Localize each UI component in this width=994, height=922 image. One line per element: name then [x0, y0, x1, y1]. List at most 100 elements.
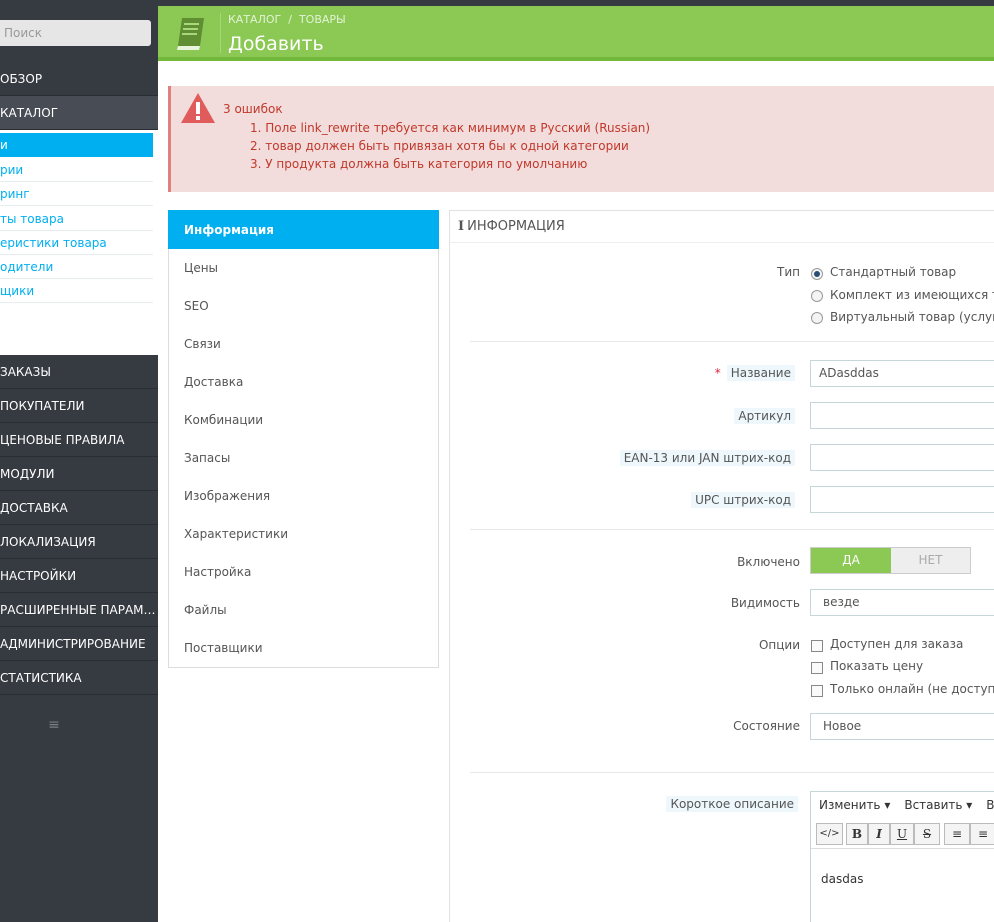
sidebar-item-localization[interactable]: Локализация — [0, 525, 158, 559]
breadcrumb-products[interactable]: ТОВАРЫ — [299, 13, 346, 26]
options-label: Опции — [758, 638, 800, 652]
tab-suppliers[interactable]: Поставщики — [168, 629, 439, 668]
type-label: Тип — [777, 265, 800, 279]
available-for-order-label[interactable]: Доступен для заказа — [830, 637, 963, 651]
editor-content[interactable]: dasdas — [821, 872, 863, 886]
sidebar-item-price-rules[interactable]: Ценовые правила — [0, 423, 158, 457]
breadcrumb-catalog[interactable]: КАТАЛОГ — [228, 13, 281, 26]
divider — [470, 529, 994, 530]
breadcrumb-separator: / — [288, 13, 292, 26]
required-mark: * — [714, 366, 721, 380]
panel-heading-text: ИНФОРМАЦИЯ — [467, 219, 565, 234]
condition-select[interactable]: Новое — [810, 713, 994, 740]
hamburger-icon[interactable]: ≡ — [46, 718, 62, 732]
page-title: Добавить — [228, 33, 324, 55]
radio-pack-label[interactable]: Комплект из имеющихся това — [830, 288, 994, 302]
tab-images[interactable]: Изображения — [168, 477, 439, 516]
submenu-item-features[interactable]: еристики товара — [0, 231, 153, 255]
enabled-no[interactable]: НЕТ — [891, 548, 970, 573]
visibility-select[interactable]: везде — [810, 589, 994, 616]
sidebar-item-overview[interactable]: Обзор — [0, 62, 158, 96]
error-alert: 3 ошибок 1. Поле link_rewrite требуется … — [168, 86, 994, 192]
short-description-label: Короткое описание — [666, 796, 798, 812]
tab-attachments[interactable]: Файлы — [168, 591, 439, 630]
tab-shipping[interactable]: Доставка — [168, 363, 439, 402]
name-input[interactable]: ADasddas — [810, 360, 994, 387]
submenu-item-manufacturers[interactable]: одители — [0, 255, 153, 279]
search-input[interactable]: Поиск — [0, 20, 151, 46]
editor-menubar: Изменить ▾ Вставить ▾ Ви — [811, 792, 994, 818]
sidebar-item-catalog[interactable]: Каталог — [0, 96, 158, 130]
radio-standard[interactable] — [811, 268, 823, 280]
italic-icon[interactable]: I — [868, 823, 890, 845]
underline-icon[interactable]: U — [890, 823, 914, 845]
align-center-icon[interactable]: ≡ — [970, 823, 994, 845]
upc-input[interactable] — [810, 486, 994, 513]
sidebar-item-administration[interactable]: Администрирование — [0, 627, 158, 661]
radio-virtual[interactable] — [811, 312, 823, 324]
tab-prices[interactable]: Цены — [168, 249, 439, 288]
name-label-text: Название — [726, 365, 795, 381]
available-for-order-checkbox[interactable] — [811, 640, 823, 652]
tab-associations[interactable]: Связи — [168, 325, 439, 364]
sidebar-item-stats[interactable]: Статистика — [0, 661, 158, 695]
show-price-checkbox[interactable] — [811, 662, 823, 674]
editor-menu-edit[interactable]: Изменить ▾ — [819, 798, 890, 812]
panel-heading: i ИНФОРМАЦИЯ — [450, 211, 994, 243]
book-icon — [177, 18, 204, 50]
divider — [470, 772, 994, 773]
info-icon: i — [458, 219, 465, 234]
show-price-label[interactable]: Показать цену — [830, 659, 923, 673]
name-label: * Название — [714, 365, 795, 381]
tab-customization[interactable]: Настройка — [168, 553, 439, 592]
ean-label: EAN-13 или JAN штрих-код — [619, 450, 795, 466]
short-description-editor[interactable]: Изменить ▾ Вставить ▾ Ви </> B I U S ≡ ≡ d… — [810, 791, 994, 922]
sku-label: Артикул — [734, 408, 795, 424]
radio-virtual-label[interactable]: Виртуальный товар (услуги, б — [830, 310, 994, 324]
submenu-item-categories[interactable]: рии — [0, 158, 153, 182]
sidebar-item-orders[interactable]: Заказы — [0, 355, 158, 389]
tab-combinations[interactable]: Комбинации — [168, 401, 439, 440]
header-divider — [220, 13, 221, 53]
error-list: 1. Поле link_rewrite требуется как миним… — [250, 119, 650, 173]
strikethrough-icon[interactable]: S — [914, 823, 940, 845]
bold-icon[interactable]: B — [846, 823, 868, 845]
upc-label: UPC штрих-код — [691, 492, 795, 508]
sidebar-item-advanced[interactable]: Расширенные параме... — [0, 593, 158, 627]
sidebar-item-shipping[interactable]: Доставка — [0, 491, 158, 525]
condition-label: Состояние — [733, 719, 800, 733]
sidebar-submenu: и рии ринг ты товара еристики товара оди… — [0, 130, 158, 359]
online-only-checkbox[interactable] — [811, 685, 823, 697]
ean-input[interactable] — [810, 444, 994, 471]
visibility-label: Видимость — [730, 596, 800, 610]
source-code-icon[interactable]: </> — [816, 823, 843, 845]
error-item: 2. товар должен быть привязан хотя бы к … — [250, 139, 629, 153]
editor-menu-view[interactable]: Ви — [986, 798, 994, 812]
submenu-item-products[interactable]: и — [0, 133, 153, 157]
submenu-item-attributes[interactable]: ты товара — [0, 207, 153, 231]
tab-quantities[interactable]: Запасы — [168, 439, 439, 478]
sku-input[interactable] — [810, 402, 994, 429]
error-count: 3 ошибок — [223, 102, 283, 116]
breadcrumb: КАТАЛОГ / ТОВАРЫ — [228, 13, 346, 26]
error-item: 1. Поле link_rewrite требуется как миним… — [250, 121, 651, 135]
enabled-switch[interactable]: ДА НЕТ — [810, 547, 971, 574]
tab-seo[interactable]: SEO — [168, 287, 439, 326]
enabled-yes[interactable]: ДА — [811, 548, 891, 573]
tab-information[interactable]: Информация — [168, 210, 439, 249]
warning-icon — [181, 93, 215, 123]
radio-pack[interactable] — [811, 290, 823, 302]
page-header: КАТАЛОГ / ТОВАРЫ Добавить — [158, 6, 994, 61]
divider — [470, 341, 994, 342]
online-only-label[interactable]: Только онлайн (не доступен д — [830, 682, 994, 696]
radio-standard-label[interactable]: Стандартный товар — [830, 265, 956, 279]
sidebar-item-modules[interactable]: Модули — [0, 457, 158, 491]
submenu-item-monitoring[interactable]: ринг — [0, 182, 153, 206]
align-left-icon[interactable]: ≡ — [944, 823, 970, 845]
tab-features[interactable]: Характеристики — [168, 515, 439, 554]
editor-menu-insert[interactable]: Вставить ▾ — [904, 798, 972, 812]
submenu-item-suppliers[interactable]: щики — [0, 279, 153, 303]
sidebar-item-customers[interactable]: Покупатели — [0, 389, 158, 423]
sidebar-item-preferences[interactable]: Настройки — [0, 559, 158, 593]
editor-toolbar: </> B I U S ≡ ≡ — [811, 819, 994, 849]
